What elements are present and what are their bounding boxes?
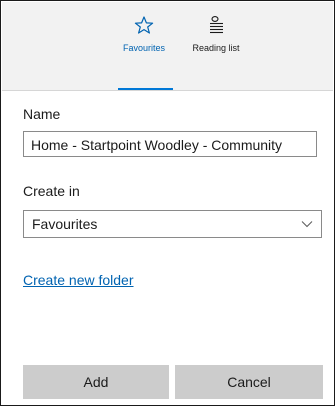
tab-reading-list[interactable]: Reading list: [181, 16, 251, 53]
name-input[interactable]: Home - Startpoint Woodley - Community: [23, 131, 317, 157]
tab-reading-list-label: Reading list: [192, 43, 240, 53]
chevron-down-icon: [301, 221, 313, 228]
favourites-flyout: Favourites Reading list Name Home - Star…: [0, 0, 335, 406]
star-icon: [134, 16, 154, 34]
active-tab-indicator: [118, 88, 173, 90]
name-label: Name: [23, 106, 61, 122]
create-in-selected: Favourites: [32, 216, 98, 232]
create-new-folder-link[interactable]: Create new folder: [23, 272, 134, 288]
hub-header: Favourites Reading list: [2, 2, 333, 91]
add-button[interactable]: Add: [23, 365, 169, 399]
create-in-dropdown[interactable]: Favourites: [23, 210, 322, 238]
tab-favourites[interactable]: Favourites: [109, 16, 179, 53]
tab-favourites-label: Favourites: [122, 43, 166, 53]
cancel-button[interactable]: Cancel: [175, 365, 323, 399]
reading-list-icon: [210, 16, 223, 34]
create-in-label: Create in: [23, 183, 80, 199]
